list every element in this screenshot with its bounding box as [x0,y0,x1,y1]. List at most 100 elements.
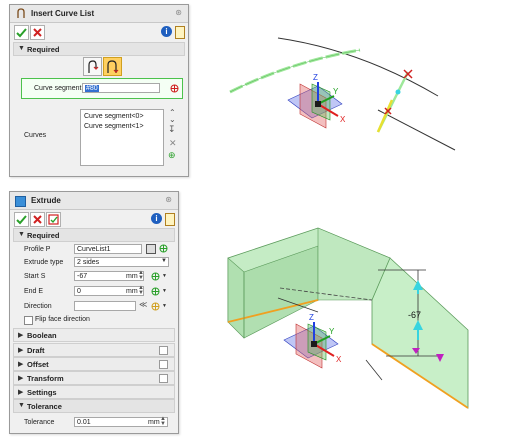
transform-checkbox[interactable] [159,374,168,383]
apply-button[interactable] [46,212,61,227]
transform-label: Transform [27,374,64,383]
extrude-title: Extrude [31,196,61,205]
end-unit: mm [126,288,138,295]
boolean-section-header[interactable]: ▶ Boolean [13,328,175,342]
draft-label: Draft [27,346,45,355]
apply-icon [48,214,59,225]
end-stepper[interactable]: ▲ ▼ [138,285,144,296]
start-dropdown-icon[interactable]: ▼ [162,273,167,279]
move-down-icon[interactable]: ⌄ [169,115,176,124]
single-curve-icon [88,60,99,73]
draft-checkbox[interactable] [159,346,168,355]
profile-input[interactable]: CurveList1 [74,244,142,254]
canvas: Z Y X -67 Z Y X Insert Curve List ⊛ i ▼ … [0,0,510,442]
end-label: End E [24,288,44,295]
curve-segment-input[interactable]: #80 [82,83,160,93]
help-doc-icon[interactable] [175,26,185,39]
settings-label: Settings [27,388,57,397]
axis-z-bottom: Z [309,313,314,322]
insert-icon[interactable]: ↧ [168,124,176,135]
ok-button[interactable] [14,25,29,40]
dark-line-lower [377,109,456,151]
delete-icon[interactable]: ✕ [169,138,177,149]
help-doc-icon[interactable] [165,213,175,226]
curve-segment-value: #80 [85,85,99,92]
extrude-type-label: Extrude type [24,259,64,266]
expand-arrow-icon: ▶ [18,332,24,339]
dimension-label: -67 [408,310,421,320]
curves-label: Curves [24,132,47,139]
list-item[interactable]: Curve segment<1> [84,123,144,130]
flip-checkbox[interactable] [24,316,33,325]
close-icon [33,28,42,37]
start-label: Start S [24,273,46,280]
offset-checkbox[interactable] [159,360,168,369]
info-icon[interactable]: i [151,213,162,224]
required-section-header[interactable]: ▼ Required [13,42,185,56]
tolerance-label: Tolerance [24,419,55,426]
transform-section-header[interactable]: ▶ Transform [13,371,175,385]
add-icon[interactable]: ⊕ [168,150,176,161]
required-section-header[interactable]: ▼ Required [13,228,175,242]
start-stepper[interactable]: ▲ ▼ [138,270,144,281]
direction-label: Direction [24,303,52,310]
end-marker-1 [403,69,413,79]
draft-section-header[interactable]: ▶ Draft [13,343,175,357]
check-icon [16,28,27,38]
selected-curve-outline [229,49,361,93]
tolerance-section-header[interactable]: ▼ Tolerance [13,399,175,413]
tolerance-section-label: Tolerance [27,402,62,411]
pick-icon[interactable] [159,244,168,253]
mode-multi-button[interactable] [103,57,122,76]
expand-arrow-icon: ▶ [18,389,24,396]
extrude-titlebar: Extrude ⊛ [10,192,178,210]
profile-options-icon[interactable] [146,244,156,254]
pin-icon[interactable]: ⊛ [165,195,172,204]
end-dropdown-icon[interactable]: ▼ [162,288,167,294]
multi-curve-icon [107,60,119,73]
expand-arrow-icon: ▶ [18,347,24,354]
chevron-down-icon: ▼ [161,258,167,264]
mode-single-button[interactable] [83,57,102,76]
direction-dropdown-icon[interactable]: ▼ [162,303,167,309]
offset-section-header[interactable]: ▶ Offset [13,357,175,371]
info-icon[interactable]: i [161,26,172,37]
extruded-surface [227,227,469,409]
check-icon [16,215,27,225]
axis-z-top: Z [313,73,318,82]
pick-icon[interactable] [170,84,179,93]
end-pick-icon[interactable] [151,287,160,296]
required-label: Required [27,45,60,54]
expand-arrow-icon: ▶ [18,375,24,382]
offset-label: Offset [27,360,49,369]
insert-title: Insert Curve List [31,9,95,18]
collapse-arrow-icon: ▼ [18,402,25,409]
ok-button[interactable] [14,212,29,227]
curves-list[interactable]: Curve segment<0> Curve segment<1> [80,109,164,166]
close-icon [33,215,42,224]
list-item[interactable]: Curve segment<0> [84,113,144,120]
direction-toggle-icon[interactable]: ≪ [139,300,147,309]
collapse-arrow-icon: ▼ [18,231,25,238]
axis-y-bottom: Y [329,327,335,336]
curve-list-icon [17,8,25,18]
cancel-button[interactable] [30,25,45,40]
boolean-label: Boolean [27,331,57,340]
tolerance-stepper[interactable]: ▲ ▼ [160,416,166,427]
expand-arrow-icon: ▶ [18,361,24,368]
insert-toolbar: i [10,23,188,41]
extrude-icon [15,196,26,207]
tolerance-unit: mm [148,419,160,426]
settings-section-header[interactable]: ▶ Settings [13,385,175,399]
pin-icon[interactable]: ⊛ [175,8,182,17]
start-unit: mm [126,273,138,280]
insert-curve-list-panel: Insert Curve List ⊛ i ▼ Required Curve s… [9,4,189,177]
direction-input[interactable] [74,301,136,311]
start-pick-icon[interactable] [151,272,160,281]
top-scene [229,37,456,151]
extrude-type-select[interactable]: 2 sides [74,257,169,267]
curve-segment-label: Curve segment [34,85,82,92]
cancel-button[interactable] [30,212,45,227]
extrude-panel: Extrude ⊛ i ▼ Required Profile P CurveLi… [9,191,179,434]
direction-pick-icon[interactable] [151,302,160,311]
